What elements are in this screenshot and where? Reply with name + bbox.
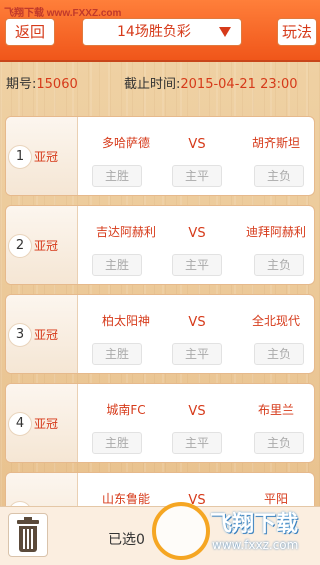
match-meta: 3 亚冠 <box>6 295 78 373</box>
brand-logo-icon <box>152 502 210 560</box>
home-team: 吉达阿赫利 <box>95 225 156 239</box>
home-lose-button[interactable]: 主负 <box>254 165 304 187</box>
draw-button[interactable]: 主平 <box>172 343 222 365</box>
site-watermark: 飞翔下载 www.FXXZ.com <box>4 8 122 19</box>
away-team: 胡齐斯坦 <box>251 136 300 150</box>
rules-button[interactable]: 玩法 <box>277 18 317 46</box>
home-win-button[interactable]: 主胜 <box>92 432 142 454</box>
home-win-button[interactable]: 主胜 <box>92 254 142 276</box>
match-card: 4 亚冠 城南FC VS 布里兰 主胜 主平 主负 <box>5 383 315 463</box>
match-index: 4 <box>8 412 32 436</box>
clear-selection-button[interactable] <box>8 513 48 557</box>
league-label: 亚冠 <box>34 150 59 164</box>
lottery-type-label: 14场胜负彩 <box>117 24 191 40</box>
home-team: 柏太阳神 <box>101 314 150 328</box>
brand-logo-text: 飞翔下载 <box>210 512 299 537</box>
league-label: 亚冠 <box>34 328 59 342</box>
home-win-button[interactable]: 主胜 <box>92 343 142 365</box>
match-card: 3 亚冠 柏太阳神 VS 全北现代 主胜 主平 主负 <box>5 294 315 374</box>
home-team: 多哈萨德 <box>101 136 150 150</box>
draw-button[interactable]: 主平 <box>172 165 222 187</box>
chevron-down-icon <box>219 27 231 37</box>
issue-number: 期号:15060 <box>6 77 78 92</box>
draw-button[interactable]: 主平 <box>172 432 222 454</box>
brand-watermark: 飞翔下载 www.fxxz.com <box>152 500 317 562</box>
vs-label: VS <box>188 315 206 330</box>
match-meta: 2 亚冠 <box>6 206 78 284</box>
back-button[interactable]: 返回 <box>5 18 55 46</box>
vs-label: VS <box>188 226 206 241</box>
match-card: 2 亚冠 吉达阿赫利 VS 迪拜阿赫利 主胜 主平 主负 <box>5 205 315 285</box>
match-index: 1 <box>8 145 32 169</box>
home-win-button[interactable]: 主胜 <box>92 165 142 187</box>
match-index: 3 <box>8 323 32 347</box>
selected-count: 已选0 <box>108 532 145 548</box>
home-lose-button[interactable]: 主负 <box>254 343 304 365</box>
away-team: 布里兰 <box>257 403 294 417</box>
match-meta: 4 亚冠 <box>6 384 78 462</box>
match-meta: 1 亚冠 <box>6 117 78 195</box>
home-lose-button[interactable]: 主负 <box>254 432 304 454</box>
deadline: 截止时间:2015-04-21 23:00 <box>124 77 298 92</box>
issue-info-bar: 期号:15060 截止时间:2015-04-21 23:00 <box>0 70 320 100</box>
match-index: 2 <box>8 234 32 258</box>
draw-button[interactable]: 主平 <box>172 254 222 276</box>
vs-label: VS <box>188 404 206 419</box>
home-lose-button[interactable]: 主负 <box>254 254 304 276</box>
league-label: 亚冠 <box>34 417 59 431</box>
vs-label: VS <box>188 137 206 152</box>
home-team: 城南FC <box>106 403 146 417</box>
brand-logo-url: www.fxxz.com <box>212 538 299 552</box>
lottery-type-select[interactable]: 14场胜负彩 <box>82 18 242 46</box>
league-label: 亚冠 <box>34 239 59 253</box>
away-team: 全北现代 <box>251 314 300 328</box>
match-card: 1 亚冠 多哈萨德 VS 胡齐斯坦 主胜 主平 主负 <box>5 116 315 196</box>
away-team: 迪拜阿赫利 <box>245 225 306 239</box>
